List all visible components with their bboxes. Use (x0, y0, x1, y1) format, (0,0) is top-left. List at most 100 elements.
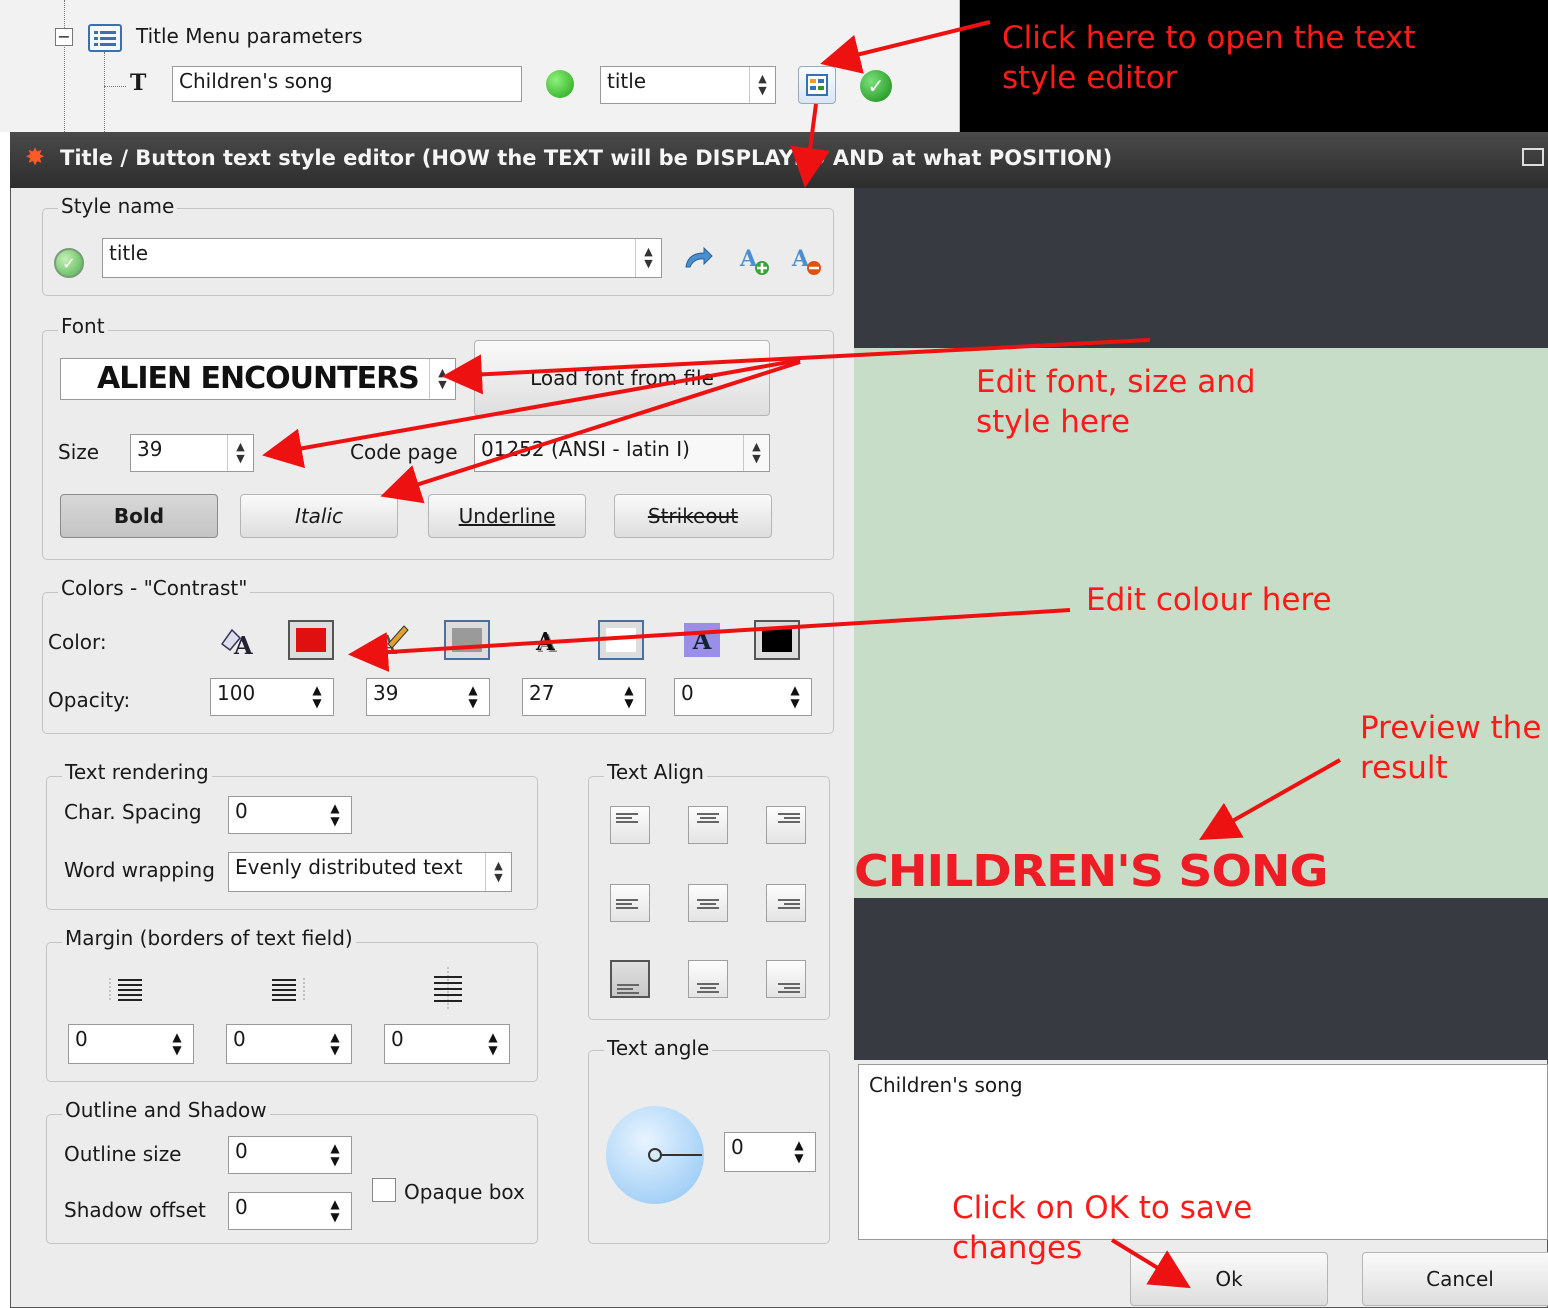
text-type-icon: T (130, 70, 147, 96)
align-middle-center-button[interactable] (688, 884, 728, 922)
opaque-box-label: Opaque box (404, 1180, 525, 1204)
opacity-value: 39 (373, 681, 399, 705)
background-color-fill (762, 628, 792, 652)
outline-size-value: 0 (235, 1139, 248, 1163)
spin-arrows-icon[interactable]: ▲ ▼ (321, 1195, 349, 1227)
select-arrows-icon[interactable]: ▲ ▼ (749, 67, 775, 103)
spin-arrows-icon[interactable]: ▲ ▼ (321, 799, 349, 831)
text-align-title: Text Align (604, 760, 707, 784)
align-bottom-center-button[interactable] (688, 960, 728, 998)
margin-left-input[interactable]: 0 ▲ ▼ (68, 1024, 194, 1064)
shadow-color-swatch[interactable] (598, 620, 644, 660)
word-wrap-select[interactable]: Evenly distributed text ▲ ▼ (228, 852, 512, 892)
background-color-swatch[interactable] (754, 620, 800, 660)
opacity-label: Opacity: (48, 688, 131, 712)
spin-arrows-icon[interactable]: ▲ ▼ (479, 1027, 507, 1061)
app-icon: ✸ (24, 143, 46, 171)
shadow-offset-input[interactable]: 0 ▲ ▼ (228, 1192, 352, 1230)
align-top-left-button[interactable] (610, 806, 650, 844)
tree-text-input[interactable]: Children's song (172, 66, 522, 102)
align-middle-right-button[interactable] (766, 884, 806, 922)
style-name-select[interactable]: title ▲ ▼ (102, 238, 662, 278)
tree-node-label[interactable]: Title Menu parameters (136, 24, 363, 48)
outline-size-label: Outline size (64, 1142, 182, 1166)
font-title: Font (58, 314, 108, 338)
confirm-check-icon[interactable]: ✓ (860, 70, 892, 102)
menu-list-icon (88, 24, 122, 52)
annotation-preview-2: result (1360, 750, 1448, 786)
align-top-center-button[interactable] (688, 806, 728, 844)
cancel-button[interactable]: Cancel (1362, 1252, 1548, 1306)
opaque-box-checkbox[interactable] (372, 1178, 396, 1202)
dialog-titlebar: Title / Button text style editor (HOW th… (10, 132, 1548, 188)
align-middle-left-button[interactable] (610, 884, 650, 922)
spin-arrows-icon[interactable]: ▲ ▼ (163, 1027, 191, 1061)
align-top-right-button[interactable] (766, 806, 806, 844)
spin-arrows-icon[interactable]: ▲ ▼ (615, 681, 643, 713)
tree-style-value: title (607, 69, 647, 93)
load-font-button[interactable]: Load font from file (474, 340, 770, 416)
opacity-input-outline[interactable]: 39 ▲ ▼ (366, 678, 490, 716)
text-color-fill (296, 628, 326, 652)
angle-dial[interactable] (606, 1106, 704, 1204)
preview-rendered-text: CHILDREN'S SONG (854, 846, 1328, 897)
angle-input[interactable]: 0 ▲ ▼ (724, 1132, 816, 1172)
size-spin-arrows-icon[interactable]: ▲ ▼ (227, 435, 253, 471)
font-name-value: ALIEN ENCOUNTERS (97, 361, 420, 396)
style-name-value: title (109, 241, 149, 265)
word-wrap-value: Evenly distributed text (235, 855, 463, 879)
spin-arrows-icon[interactable]: ▲ ▼ (785, 1135, 813, 1169)
text-angle-title: Text angle (604, 1036, 713, 1060)
style-name-title: Style name (58, 194, 178, 218)
outline-shadow-title: Outline and Shadow (62, 1098, 270, 1122)
spin-arrows-icon[interactable]: ▲ ▼ (321, 1139, 349, 1171)
annotation-font-2: style here (976, 404, 1131, 440)
margin-value: 0 (75, 1027, 88, 1051)
shadow-offset-label: Shadow offset (64, 1198, 206, 1222)
collapse-icon[interactable]: − (55, 28, 73, 46)
background-text-icon: A (680, 620, 724, 660)
margin-right-input[interactable]: 0 ▲ ▼ (226, 1024, 352, 1064)
italic-button[interactable]: Italic (240, 494, 398, 538)
ok-button[interactable]: Ok (1130, 1252, 1328, 1306)
opacity-value: 0 (681, 681, 694, 705)
margin-vertical-input[interactable]: 0 ▲ ▼ (384, 1024, 510, 1064)
char-spacing-label: Char. Spacing (64, 800, 202, 824)
maximize-icon[interactable] (1522, 148, 1544, 166)
strikeout-button[interactable]: Strikeout (614, 494, 772, 538)
codepage-select[interactable]: 01252 (ANSI - latin I) ▲ ▼ (474, 434, 770, 472)
align-bottom-left-button[interactable] (610, 960, 650, 998)
select-arrows-icon[interactable]: ▲ ▼ (485, 853, 511, 891)
open-style-editor-icon[interactable] (798, 66, 836, 104)
spin-arrows-icon[interactable]: ▲ ▼ (303, 681, 331, 713)
spin-arrows-icon[interactable]: ▲ ▼ (459, 681, 487, 713)
text-color-swatch[interactable] (288, 620, 334, 660)
outline-color-fill (452, 628, 482, 652)
remove-style-icon[interactable]: A (786, 240, 826, 280)
opacity-input-shadow[interactable]: 27 ▲ ▼ (522, 678, 646, 716)
add-style-icon[interactable]: A (734, 240, 774, 280)
tree-style-select[interactable]: title ▲ ▼ (600, 66, 776, 104)
annotation-open-editor-2: style editor (1002, 60, 1178, 96)
codepage-arrows-icon[interactable]: ▲ ▼ (743, 435, 769, 471)
char-spacing-input[interactable]: 0 ▲ ▼ (228, 796, 352, 834)
outline-size-input[interactable]: 0 ▲ ▼ (228, 1136, 352, 1174)
svg-text:A: A (535, 627, 555, 656)
font-name-select[interactable]: ALIEN ENCOUNTERS ▲ ▼ (60, 358, 456, 400)
spin-arrows-icon[interactable]: ▲ ▼ (321, 1027, 349, 1061)
spin-arrows-icon[interactable]: ▲ ▼ (781, 681, 809, 713)
underline-button[interactable]: Underline (428, 494, 586, 538)
style-select-arrows-icon[interactable]: ▲ ▼ (635, 239, 661, 277)
opacity-input-text[interactable]: 100 ▲ ▼ (210, 678, 334, 716)
align-bottom-right-button[interactable] (766, 960, 806, 998)
bold-button[interactable]: Bold (60, 494, 218, 538)
annotation-colour: Edit colour here (1086, 582, 1332, 618)
size-value: 39 (137, 437, 163, 461)
font-select-arrows-icon[interactable]: ▲ ▼ (429, 359, 455, 399)
annotation-open-editor-1: Click here to open the text (1002, 20, 1416, 56)
outline-color-swatch[interactable] (444, 620, 490, 660)
reset-style-icon[interactable] (680, 242, 716, 276)
size-input[interactable]: 39 ▲ ▼ (130, 434, 254, 472)
opacity-value: 27 (529, 681, 555, 705)
opacity-input-background[interactable]: 0 ▲ ▼ (674, 678, 812, 716)
